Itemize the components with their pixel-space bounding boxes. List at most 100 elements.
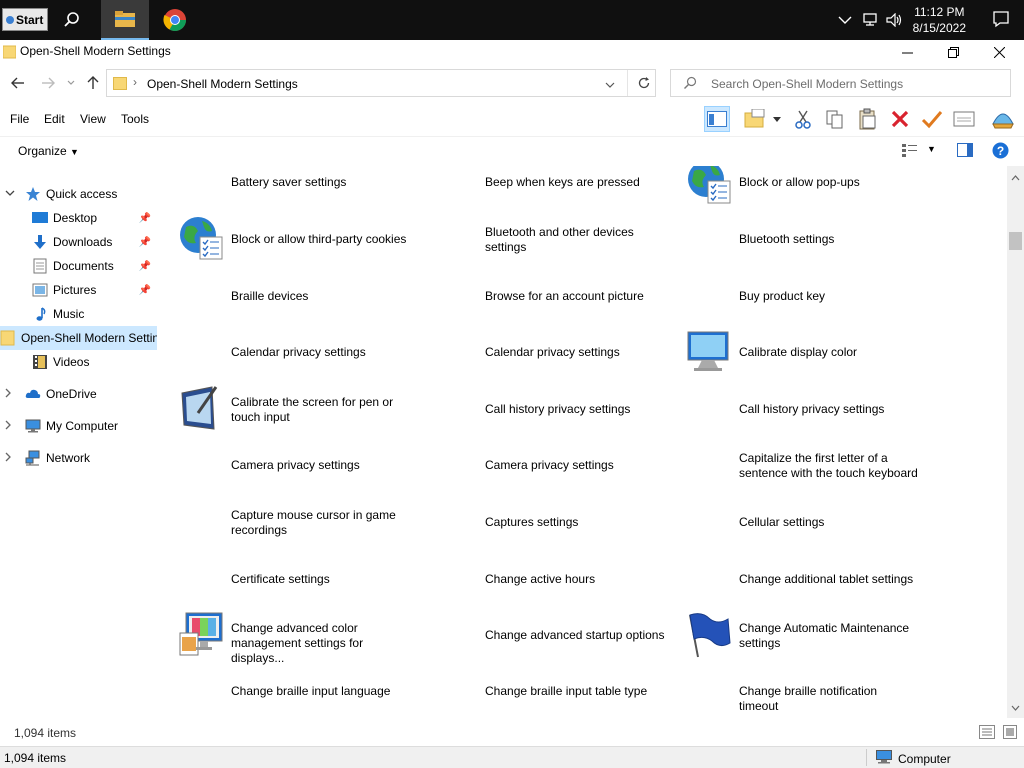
list-item[interactable]: Change active hours <box>414 551 666 607</box>
minimize-button[interactable] <box>884 40 930 64</box>
list-item[interactable]: Certificate settings <box>160 551 412 607</box>
copy-icon[interactable] <box>822 106 848 132</box>
list-item[interactable]: Calibrate the screen for pen or touch in… <box>160 381 412 437</box>
menu-edit[interactable]: Edit <box>44 112 65 126</box>
folder-options-dropdown-chevron-icon[interactable] <box>768 106 786 132</box>
item-label: Capture mouse cursor in game recordings <box>231 508 396 537</box>
collapsed-chevron-icon[interactable] <box>5 452 17 465</box>
list-item[interactable]: Change Automatic Maintenance settings <box>668 607 920 663</box>
properties-check-icon[interactable] <box>919 106 945 132</box>
scrollbar-thumb[interactable] <box>1009 232 1022 250</box>
collapsed-chevron-icon[interactable] <box>5 388 17 401</box>
menu-file[interactable]: File <box>10 112 29 126</box>
scroll-up-arrow-icon[interactable] <box>1011 170 1020 184</box>
clock[interactable]: 11:12 PM 8/15/2022 <box>913 4 966 36</box>
restore-button[interactable] <box>930 40 976 64</box>
view-options-dropdown-chevron-icon[interactable]: ▼ <box>927 144 936 154</box>
vertical-scrollbar[interactable] <box>1007 166 1024 718</box>
list-item[interactable]: Change braille notification timeout <box>668 664 920 718</box>
list-item[interactable]: Block or allow pop-ups <box>668 166 920 211</box>
search-input[interactable]: Search Open-Shell Modern Settings <box>670 69 1011 97</box>
file-explorer-taskbar-icon[interactable] <box>101 0 149 40</box>
search-icon[interactable] <box>48 0 96 40</box>
delete-icon[interactable] <box>887 106 913 132</box>
nav-open-shell-modern-settings[interactable]: Open-Shell Modern Settings <box>0 326 157 350</box>
show-hidden-icons-chevron-icon[interactable] <box>838 0 852 40</box>
paste-icon[interactable] <box>855 106 881 132</box>
item-label: Cellular settings <box>739 515 825 529</box>
address-bar[interactable]: › Open-Shell Modern Settings <box>106 69 656 97</box>
list-item[interactable]: Call history privacy settings <box>414 381 666 437</box>
nav-network[interactable]: Network <box>0 446 157 470</box>
breadcrumb[interactable]: Open-Shell Modern Settings <box>147 77 298 91</box>
nav-downloads[interactable]: Downloads 📌 <box>0 230 157 254</box>
collapsed-chevron-icon[interactable] <box>5 420 17 433</box>
list-item[interactable]: Change advanced color management setting… <box>160 607 412 665</box>
nav-music[interactable]: Music <box>0 302 157 326</box>
list-item[interactable]: Battery saver settings <box>160 166 412 211</box>
nav-label: Open-Shell Modern Settings <box>21 331 157 345</box>
expanded-chevron-icon[interactable] <box>5 189 17 200</box>
start-button[interactable]: Start <box>2 8 48 31</box>
list-item[interactable]: Calibrate display color <box>668 324 920 380</box>
pin-icon[interactable]: 📌 <box>139 261 151 272</box>
list-item[interactable]: Block or allow third-party cookies <box>160 211 412 267</box>
view-options-icon[interactable] <box>902 143 918 160</box>
menu-view[interactable]: View <box>80 112 106 126</box>
nav-onedrive[interactable]: OneDrive <box>0 382 157 406</box>
list-item[interactable]: Buy product key <box>668 268 920 324</box>
list-item[interactable]: Call history privacy settings <box>668 381 920 437</box>
list-item[interactable]: Change braille input language <box>160 664 412 718</box>
notification-icon[interactable] <box>992 10 1010 31</box>
list-item[interactable]: Calendar privacy settings <box>414 324 666 380</box>
nav-videos[interactable]: Videos <box>0 350 157 374</box>
list-item[interactable]: Cellular settings <box>668 494 920 550</box>
pin-icon[interactable]: 📌 <box>139 285 151 296</box>
list-item[interactable]: Browse for an account picture <box>414 268 666 324</box>
volume-icon[interactable] <box>886 0 904 40</box>
close-button[interactable] <box>976 40 1022 64</box>
forward-arrow-icon[interactable] <box>37 72 59 94</box>
open-shell-logo-icon[interactable] <box>990 106 1016 132</box>
address-dropdown-chevron-icon[interactable] <box>605 78 615 92</box>
list-item[interactable]: Bluetooth and other devices settings <box>414 211 666 267</box>
back-arrow-icon[interactable] <box>7 72 29 94</box>
nav-documents[interactable]: Documents 📌 <box>0 254 157 278</box>
list-item[interactable]: Change additional tablet settings <box>668 551 920 607</box>
list-item[interactable]: Camera privacy settings <box>414 437 666 493</box>
organize-button[interactable]: Organize ▼ <box>18 144 79 158</box>
nav-desktop[interactable]: Desktop 📌 <box>0 206 157 230</box>
details-view-icon[interactable] <box>979 725 995 742</box>
chrome-icon[interactable] <box>151 0 199 40</box>
list-item[interactable]: Braille devices <box>160 268 412 324</box>
list-item[interactable]: Change braille input table type <box>414 664 666 718</box>
nav-pictures[interactable]: Pictures 📌 <box>0 278 157 302</box>
scroll-down-arrow-icon[interactable] <box>1011 700 1020 714</box>
recent-locations-chevron-icon[interactable] <box>60 72 82 94</box>
list-item[interactable]: Change advanced startup options <box>414 607 666 663</box>
navigation-pane-toggle-icon[interactable] <box>704 106 730 132</box>
breadcrumb-chevron-icon[interactable]: › <box>133 75 137 89</box>
folder-options-icon[interactable] <box>742 106 768 132</box>
large-icons-view-icon[interactable] <box>1003 725 1017 742</box>
nav-my-computer[interactable]: My Computer <box>0 414 157 438</box>
list-item[interactable]: Capitalize the first letter of a sentenc… <box>668 437 920 493</box>
list-item[interactable]: Calendar privacy settings <box>160 324 412 380</box>
help-icon[interactable]: ? <box>992 142 1009 162</box>
list-item[interactable]: Capture mouse cursor in game recordings <box>160 494 412 550</box>
menu-tools[interactable]: Tools <box>121 112 149 126</box>
pin-icon[interactable]: 📌 <box>139 237 151 248</box>
pin-icon[interactable]: 📌 <box>139 213 151 224</box>
refresh-icon[interactable] <box>637 76 651 93</box>
list-item[interactable]: Bluetooth settings <box>668 211 920 267</box>
list-item[interactable]: Beep when keys are pressed <box>414 166 666 211</box>
cut-icon[interactable] <box>790 106 816 132</box>
clock-time: 11:12 PM <box>914 5 965 19</box>
list-item[interactable]: Camera privacy settings <box>160 437 412 493</box>
email-icon[interactable] <box>951 106 977 132</box>
nav-quick-access[interactable]: Quick access <box>0 182 157 206</box>
up-arrow-icon[interactable] <box>82 72 104 94</box>
list-item[interactable]: Captures settings <box>414 494 666 550</box>
network-icon[interactable] <box>862 0 880 40</box>
preview-pane-icon[interactable] <box>957 143 973 160</box>
